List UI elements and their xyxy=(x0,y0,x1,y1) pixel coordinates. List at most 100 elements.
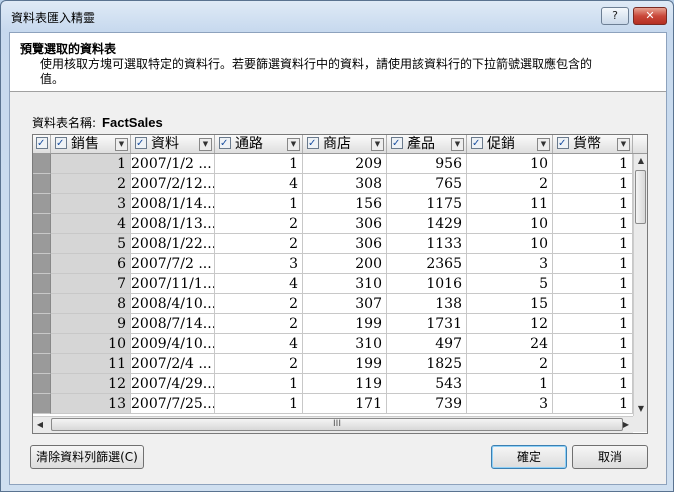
table-cell: 1 xyxy=(51,154,131,174)
column-header[interactable]: 產品 ▼ xyxy=(387,135,467,153)
dialog-window: 資料表匯入精靈 ? ✕ 預覽選取的資料表 使用核取方塊可選取特定的資料行。若要篩… xyxy=(0,0,674,492)
table-cell: 2008/1/13... xyxy=(131,214,215,234)
cancel-button[interactable]: 取消 xyxy=(572,445,648,469)
row-selector[interactable] xyxy=(33,334,51,354)
filter-dropdown-icon[interactable]: ▼ xyxy=(617,138,630,151)
ok-button[interactable]: 確定 xyxy=(491,445,567,469)
table-name-label: 資料表名稱: xyxy=(32,116,97,130)
filter-dropdown-icon[interactable]: ▼ xyxy=(537,138,550,151)
column-checkbox[interactable] xyxy=(471,135,483,153)
table-cell: 306 xyxy=(303,214,387,234)
select-all-checkbox[interactable] xyxy=(33,135,51,153)
column-label: 產品 xyxy=(407,136,435,152)
table-cell: 209 xyxy=(303,154,387,174)
table-cell: 2008/7/14... xyxy=(131,314,215,334)
table-cell: 2007/1/2 ... xyxy=(131,154,215,174)
row-selector[interactable] xyxy=(33,174,51,194)
column-checkbox[interactable] xyxy=(135,135,147,153)
table-cell: 2007/7/25... xyxy=(131,394,215,414)
column-label: 資料 xyxy=(151,136,179,152)
vertical-scroll-thumb[interactable] xyxy=(635,170,646,224)
table-cell: 10 xyxy=(467,234,553,254)
table-cell: 2 xyxy=(215,354,303,374)
row-selector[interactable] xyxy=(33,154,51,174)
page-description: 使用核取方塊可選取特定的資料行。若要篩選資料行中的資料，請使用該資料行的下拉箭號… xyxy=(40,57,593,86)
column-checkbox[interactable] xyxy=(557,135,569,153)
horizontal-scrollbar[interactable]: ◀ III ▶ xyxy=(33,416,633,433)
filter-dropdown-icon[interactable]: ▼ xyxy=(115,138,128,151)
table-cell: 5 xyxy=(467,274,553,294)
row-selector[interactable] xyxy=(33,314,51,334)
table-cell: 1 xyxy=(553,354,633,374)
table-cell: 308 xyxy=(303,174,387,194)
filter-dropdown-icon[interactable]: ▼ xyxy=(287,138,300,151)
scroll-right-icon[interactable]: ▶ xyxy=(619,418,633,432)
table-cell: 4 xyxy=(51,214,131,234)
table-cell: 306 xyxy=(303,234,387,254)
preview-grid: 銷售▼資料▼通路▼商店▼產品▼促銷▼貨幣▼ 12007/1/2 ...12099… xyxy=(32,134,648,434)
table-cell: 1 xyxy=(215,394,303,414)
table-cell: 739 xyxy=(387,394,467,414)
close-button[interactable]: ✕ xyxy=(633,7,667,25)
row-selector[interactable] xyxy=(33,374,51,394)
table-cell: 2 xyxy=(51,174,131,194)
table-cell: 1 xyxy=(467,374,553,394)
table-cell: 2 xyxy=(215,294,303,314)
column-label: 促銷 xyxy=(487,136,515,152)
column-header[interactable]: 貨幣 ▼ xyxy=(553,135,633,153)
table-cell: 2365 xyxy=(387,254,467,274)
horizontal-scroll-thumb[interactable]: III xyxy=(51,418,623,431)
table-cell: 1016 xyxy=(387,274,467,294)
filter-dropdown-icon[interactable]: ▼ xyxy=(199,138,212,151)
row-selector[interactable] xyxy=(33,294,51,314)
table-cell: 7 xyxy=(51,274,131,294)
table-cell: 4 xyxy=(215,274,303,294)
table-cell: 11 xyxy=(467,194,553,214)
row-selector[interactable] xyxy=(33,194,51,214)
table-cell: 11 xyxy=(51,354,131,374)
table-cell: 1 xyxy=(553,374,633,394)
table-cell: 1 xyxy=(553,314,633,334)
table-cell: 3 xyxy=(467,394,553,414)
table-cell: 199 xyxy=(303,314,387,334)
title-bar: 資料表匯入精靈 ? ✕ xyxy=(1,1,673,31)
row-selector[interactable] xyxy=(33,234,51,254)
filter-dropdown-icon[interactable]: ▼ xyxy=(451,138,464,151)
clear-row-filters-button[interactable]: 清除資料列篩選(C) xyxy=(30,445,144,469)
table-cell: 1175 xyxy=(387,194,467,214)
filter-dropdown-icon[interactable]: ▼ xyxy=(371,138,384,151)
column-header[interactable]: 促銷 ▼ xyxy=(467,135,553,153)
row-selector[interactable] xyxy=(33,214,51,234)
scroll-up-icon[interactable]: ▲ xyxy=(634,154,647,168)
table-cell: 543 xyxy=(387,374,467,394)
help-button[interactable]: ? xyxy=(601,7,629,25)
scroll-down-icon[interactable]: ▼ xyxy=(634,402,647,416)
column-checkbox[interactable] xyxy=(219,135,231,153)
column-header[interactable]: 通路 ▼ xyxy=(215,135,303,153)
table-cell: 1 xyxy=(553,294,633,314)
column-header[interactable]: 銷售 ▼ xyxy=(51,135,131,153)
column-checkbox[interactable] xyxy=(307,135,319,153)
row-selector[interactable] xyxy=(33,394,51,414)
vertical-scrollbar[interactable]: ▲ ▼ xyxy=(633,154,647,416)
column-checkbox[interactable] xyxy=(391,135,403,153)
table-row: 13 2007/7/25... 1 171 739 3 1 xyxy=(33,394,633,417)
scroll-left-icon[interactable]: ◀ xyxy=(33,418,47,432)
column-header[interactable]: 資料 ▼ xyxy=(131,135,215,153)
page-title: 預覽選取的資料表 xyxy=(20,42,117,56)
table-cell: 2007/11/1... xyxy=(131,274,215,294)
table-cell: 1 xyxy=(553,174,633,194)
row-selector[interactable] xyxy=(33,354,51,374)
table-name-value: FactSales xyxy=(102,115,163,130)
table-cell: 2008/1/14... xyxy=(131,194,215,214)
column-checkbox[interactable] xyxy=(55,135,67,153)
row-selector[interactable] xyxy=(33,254,51,274)
table-cell: 310 xyxy=(303,274,387,294)
row-selector[interactable] xyxy=(33,274,51,294)
table-cell: 956 xyxy=(387,154,467,174)
table-cell: 13 xyxy=(51,394,131,414)
column-header[interactable]: 商店 ▼ xyxy=(303,135,387,153)
table-cell: 6 xyxy=(51,254,131,274)
table-cell: 1 xyxy=(553,194,633,214)
table-cell: 15 xyxy=(467,294,553,314)
